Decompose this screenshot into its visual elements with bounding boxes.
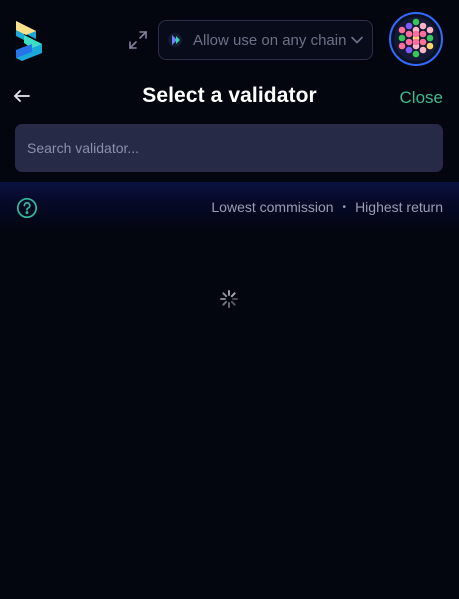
- spinner-spoke: [222, 292, 228, 298]
- identicon-dot: [426, 34, 434, 42]
- app-window: Allow use on any chain Select a validato…: [0, 0, 459, 599]
- sort-lowest-commission[interactable]: Lowest commission: [211, 199, 333, 215]
- question-circle-icon[interactable]: [16, 197, 38, 219]
- identicon-dot: [405, 46, 413, 54]
- identicon-dot: [419, 46, 427, 54]
- identicon-dot: [412, 50, 420, 58]
- sort-options: Lowest commission • Highest return: [211, 199, 443, 215]
- chevron-down-icon: [351, 36, 363, 44]
- identicon-dot: [426, 26, 434, 34]
- search-validator-input[interactable]: [15, 124, 443, 172]
- spinner-spoke: [230, 300, 236, 306]
- identicon-dot: [405, 22, 413, 30]
- chain-token-icon: [168, 33, 182, 47]
- identicon-dot: [405, 30, 413, 38]
- close-button[interactable]: Close: [400, 88, 443, 108]
- identicon-dot: [419, 38, 427, 46]
- chain-selector[interactable]: Allow use on any chain: [158, 20, 373, 60]
- sort-highest-return[interactable]: Highest return: [355, 199, 443, 215]
- identicon-dot: [398, 34, 406, 42]
- spinner-spoke: [222, 300, 228, 306]
- identicon-dot: [412, 30, 420, 38]
- page-title: Select a validator: [142, 84, 317, 107]
- identicon-dot: [412, 18, 420, 26]
- chain-selector-label: Allow use on any chain: [193, 31, 347, 49]
- loading-spinner-icon: [220, 290, 238, 308]
- title-row: Select a validator Close: [0, 78, 459, 114]
- sort-separator: •: [342, 201, 347, 213]
- identicon-dot: [398, 26, 406, 34]
- identicon-dot: [419, 22, 427, 30]
- identicon-dot: [419, 30, 427, 38]
- app-logo-icon: [16, 21, 42, 61]
- identicon-dot: [398, 42, 406, 50]
- identicon-dot: [405, 38, 413, 46]
- header-bar: Allow use on any chain: [0, 0, 459, 78]
- expand-arrows-icon[interactable]: [128, 30, 148, 50]
- spinner-spoke: [230, 292, 236, 298]
- identicon-avatar: [394, 17, 438, 61]
- identicon-dot: [426, 42, 434, 50]
- account-avatar[interactable]: [389, 12, 443, 66]
- identicon-dot: [412, 38, 420, 46]
